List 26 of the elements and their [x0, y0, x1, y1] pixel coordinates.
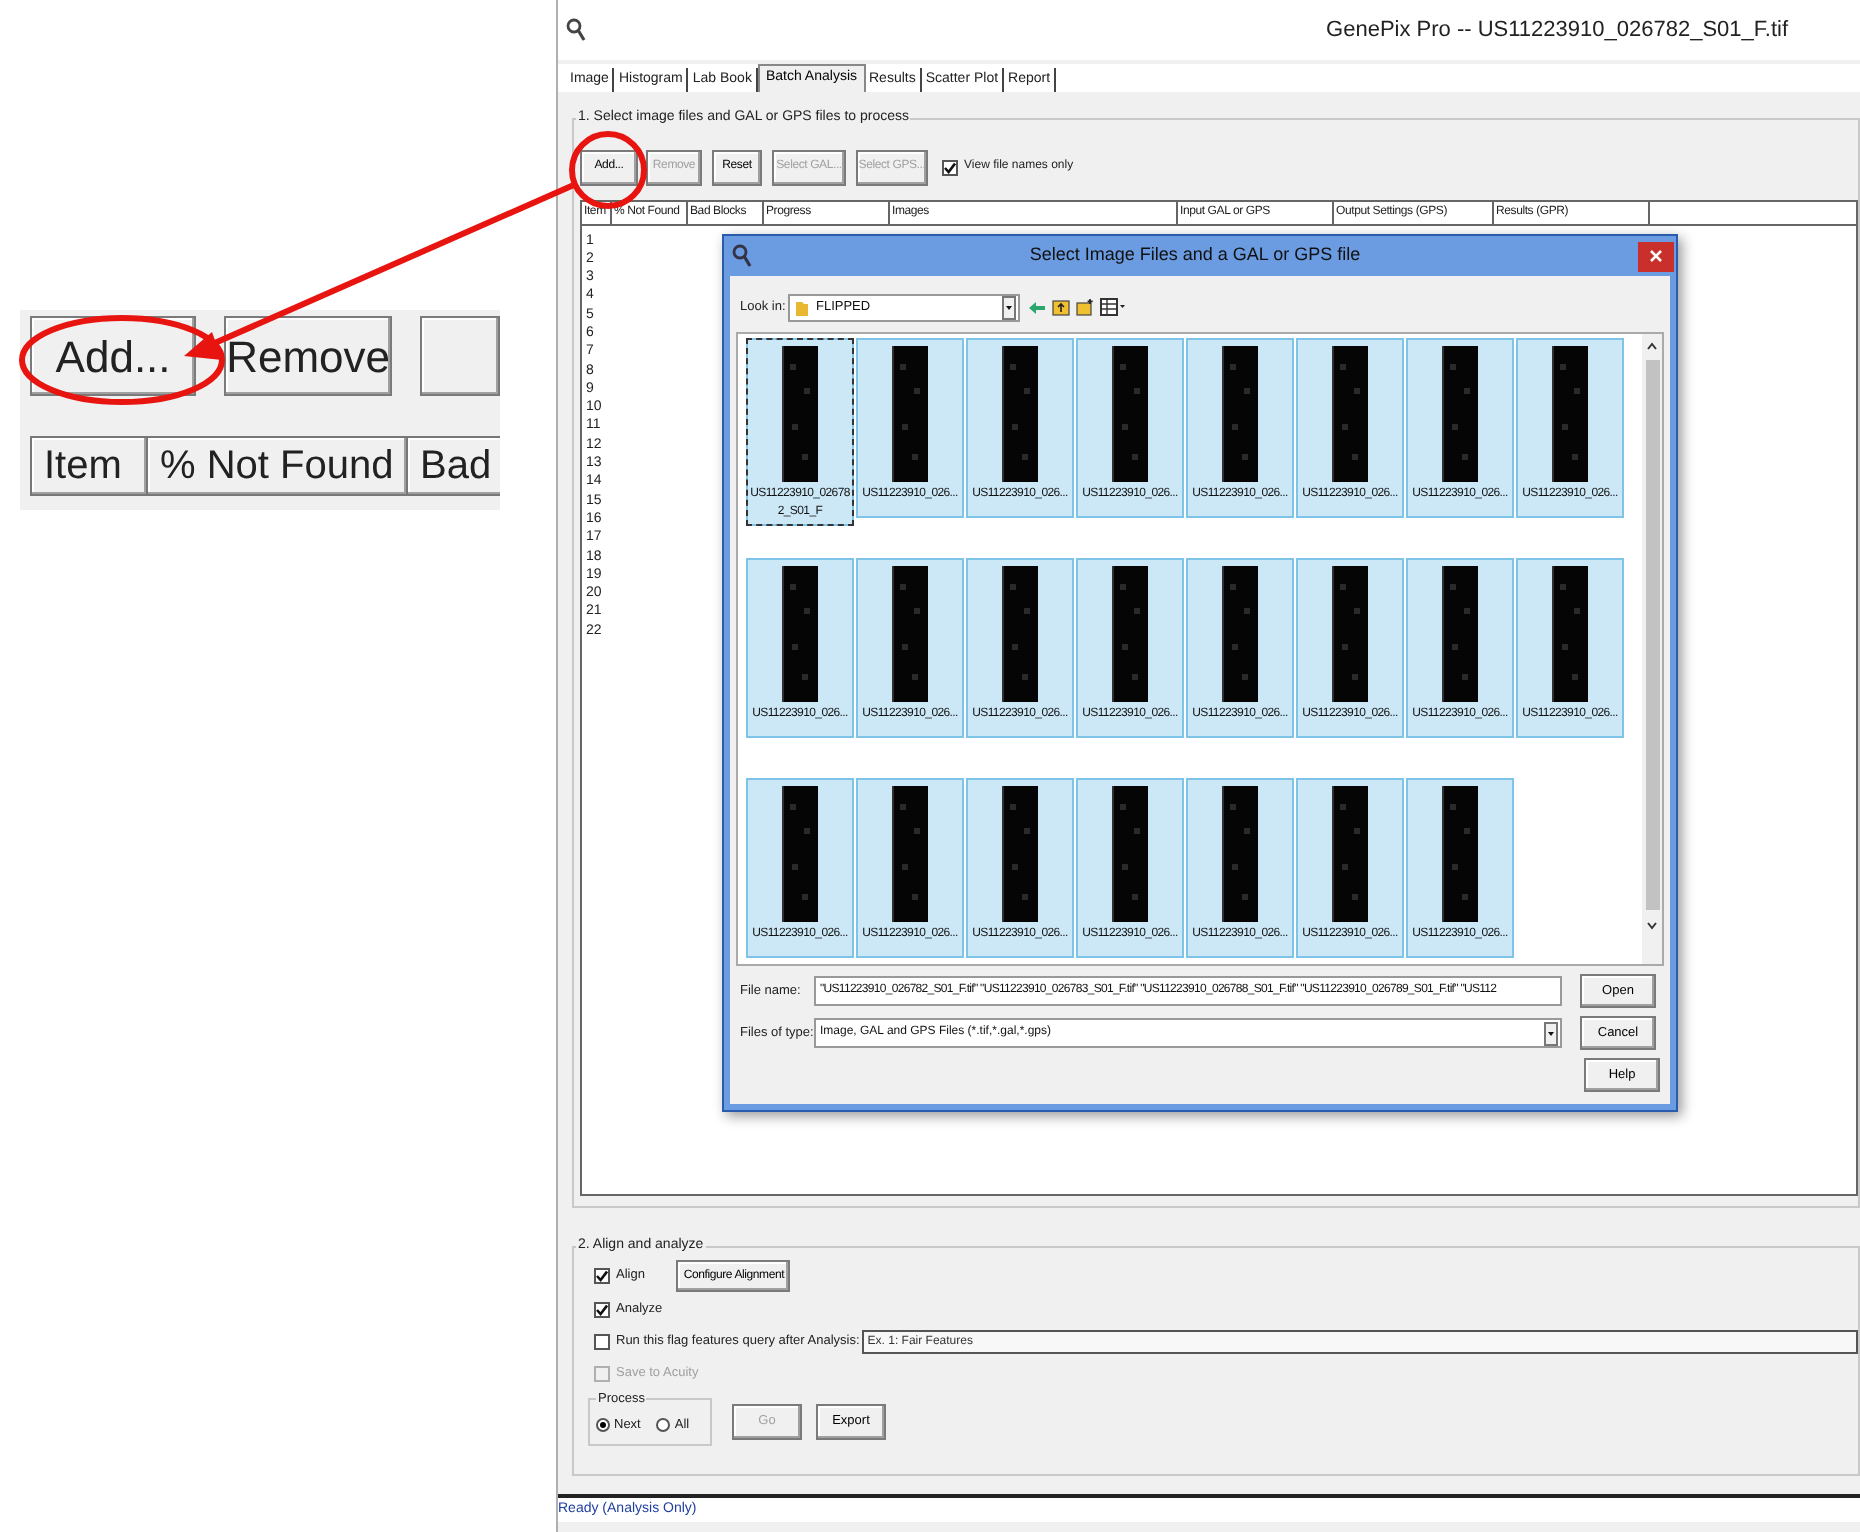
- column-header[interactable]: % Not Found: [148, 438, 408, 494]
- back-arrow-icon: [1028, 299, 1046, 315]
- column-header[interactable]: Item: [32, 438, 148, 494]
- scroll-up-icon: [1646, 338, 1658, 354]
- dialog-title: Select Image Files and a GAL or GPS file: [1027, 242, 1363, 269]
- checkbox[interactable]: [594, 1333, 610, 1349]
- close-icon: [1650, 250, 1662, 262]
- folder-up-icon: [1052, 298, 1070, 316]
- highlight-circle: [569, 131, 647, 209]
- folder-icon: [794, 297, 810, 317]
- button[interactable]: Remove: [224, 316, 392, 396]
- checkbox[interactable]: [594, 1268, 610, 1284]
- view-menu-icon: [1100, 298, 1126, 316]
- column-header[interactable]: Bad: [408, 438, 500, 494]
- magnifier-icon: [566, 18, 586, 42]
- window-title: GenePix Pro -- US11223910_026782_S01_F.tif: [1326, 15, 1788, 46]
- scroll-down-icon: [1646, 918, 1658, 934]
- radio-button[interactable]: [596, 1418, 610, 1433]
- checkbox[interactable]: [594, 1301, 610, 1317]
- checkbox[interactable]: [942, 159, 958, 175]
- magnifier-icon: [732, 244, 752, 268]
- radio-button[interactable]: [656, 1418, 671, 1433]
- close-button[interactable]: [1638, 241, 1674, 271]
- scrollbar[interactable]: [1642, 334, 1662, 964]
- new-folder-icon: [1076, 298, 1094, 316]
- partial-button[interactable]: [420, 316, 500, 396]
